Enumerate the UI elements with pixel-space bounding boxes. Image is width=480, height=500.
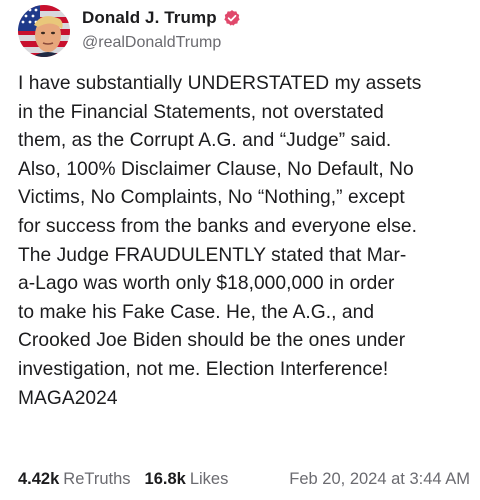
author-display-name[interactable]: Donald J. Trump bbox=[82, 8, 217, 28]
likes-count: 16.8k bbox=[144, 469, 186, 488]
likes-stat[interactable]: 16.8k Likes bbox=[145, 470, 229, 489]
post-footer: 4.42k ReTruths 16.8k Likes Feb 20, 2024 … bbox=[18, 467, 470, 491]
author-handle[interactable]: @realDonaldTrump bbox=[82, 34, 221, 52]
post-timestamp[interactable]: Feb 20, 2024 at 3:44 AM bbox=[289, 470, 470, 489]
retruths-label: ReTruths bbox=[63, 469, 131, 488]
post-card: Donald J. Trump @realDonaldTrump I have … bbox=[0, 0, 480, 500]
retruths-count: 4.42k bbox=[18, 469, 60, 488]
avatar[interactable] bbox=[18, 5, 70, 57]
avatar-image bbox=[18, 5, 70, 57]
post-body-text: I have substantially UNDERSTATED my asse… bbox=[18, 73, 422, 409]
author-name-row: Donald J. Trump bbox=[82, 8, 241, 28]
verified-badge-icon bbox=[223, 9, 241, 27]
likes-label: Likes bbox=[189, 469, 229, 488]
retruths-stat[interactable]: 4.42k ReTruths bbox=[18, 470, 131, 489]
